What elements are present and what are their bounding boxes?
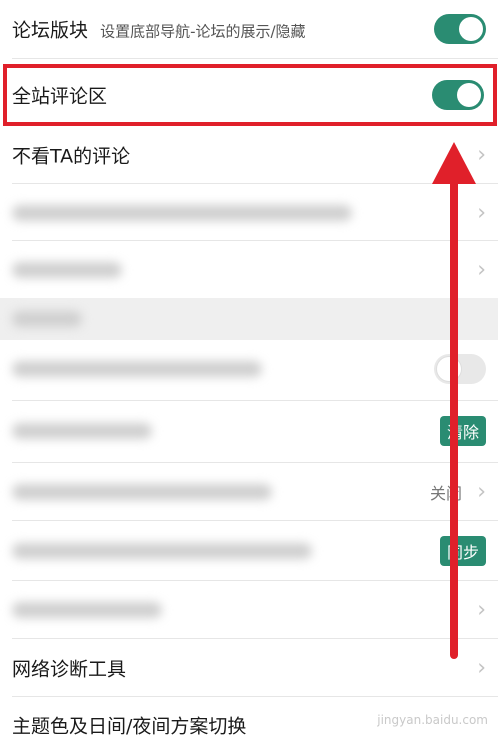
sync-row: 同步 xyxy=(0,522,498,580)
divider xyxy=(12,400,498,401)
blurred-row[interactable]: › xyxy=(0,581,498,639)
forum-toggle[interactable] xyxy=(434,14,486,44)
chevron-right-icon: › xyxy=(477,142,486,168)
chevron-right-icon: › xyxy=(477,257,486,283)
highlight-box xyxy=(3,64,497,126)
forum-setting-row: 论坛版块 设置底部导航-论坛的展示/隐藏 xyxy=(0,0,498,58)
blurred-text xyxy=(12,602,162,618)
blurred-text xyxy=(12,543,312,559)
blurred-text xyxy=(12,262,122,278)
blurred-text xyxy=(12,361,262,377)
ignore-comments-row[interactable]: 不看TA的评论 › xyxy=(0,126,498,184)
network-diagnostics-row[interactable]: 网络诊断工具 › xyxy=(0,639,498,697)
chevron-right-icon: › xyxy=(477,200,486,226)
section-header xyxy=(0,298,498,340)
blurred-text xyxy=(12,205,352,221)
blurred-row[interactable]: › xyxy=(0,241,498,299)
theme-switch-label: 主题色及日间/夜间方案切换 xyxy=(12,715,247,738)
toggle-knob xyxy=(459,17,483,41)
blurred-section-title xyxy=(12,311,82,327)
watermark: jingyan.baidu.com xyxy=(377,713,488,727)
close-row[interactable]: 关闭 › xyxy=(0,463,498,521)
clear-row: 清除 xyxy=(0,402,498,460)
forum-sublabel: 设置底部导航-论坛的展示/隐藏 xyxy=(100,22,306,41)
divider xyxy=(12,58,498,59)
chevron-right-icon: › xyxy=(477,597,486,623)
blurred-row[interactable]: › xyxy=(0,184,498,242)
ignore-comments-label: 不看TA的评论 xyxy=(12,145,131,168)
network-diagnostics-label: 网络诊断工具 xyxy=(12,658,127,681)
blurred-text xyxy=(12,484,272,500)
divider xyxy=(12,520,498,521)
forum-label: 论坛版块 xyxy=(12,19,89,42)
chevron-right-icon: › xyxy=(477,655,486,681)
red-arrow-annotation xyxy=(432,142,476,659)
blurred-toggle-row xyxy=(0,340,498,398)
chevron-right-icon: › xyxy=(477,479,486,505)
arrow-head xyxy=(432,142,476,184)
forum-setting-title: 论坛版块 设置底部导航-论坛的展示/隐藏 xyxy=(12,16,306,43)
blurred-text xyxy=(12,423,152,439)
